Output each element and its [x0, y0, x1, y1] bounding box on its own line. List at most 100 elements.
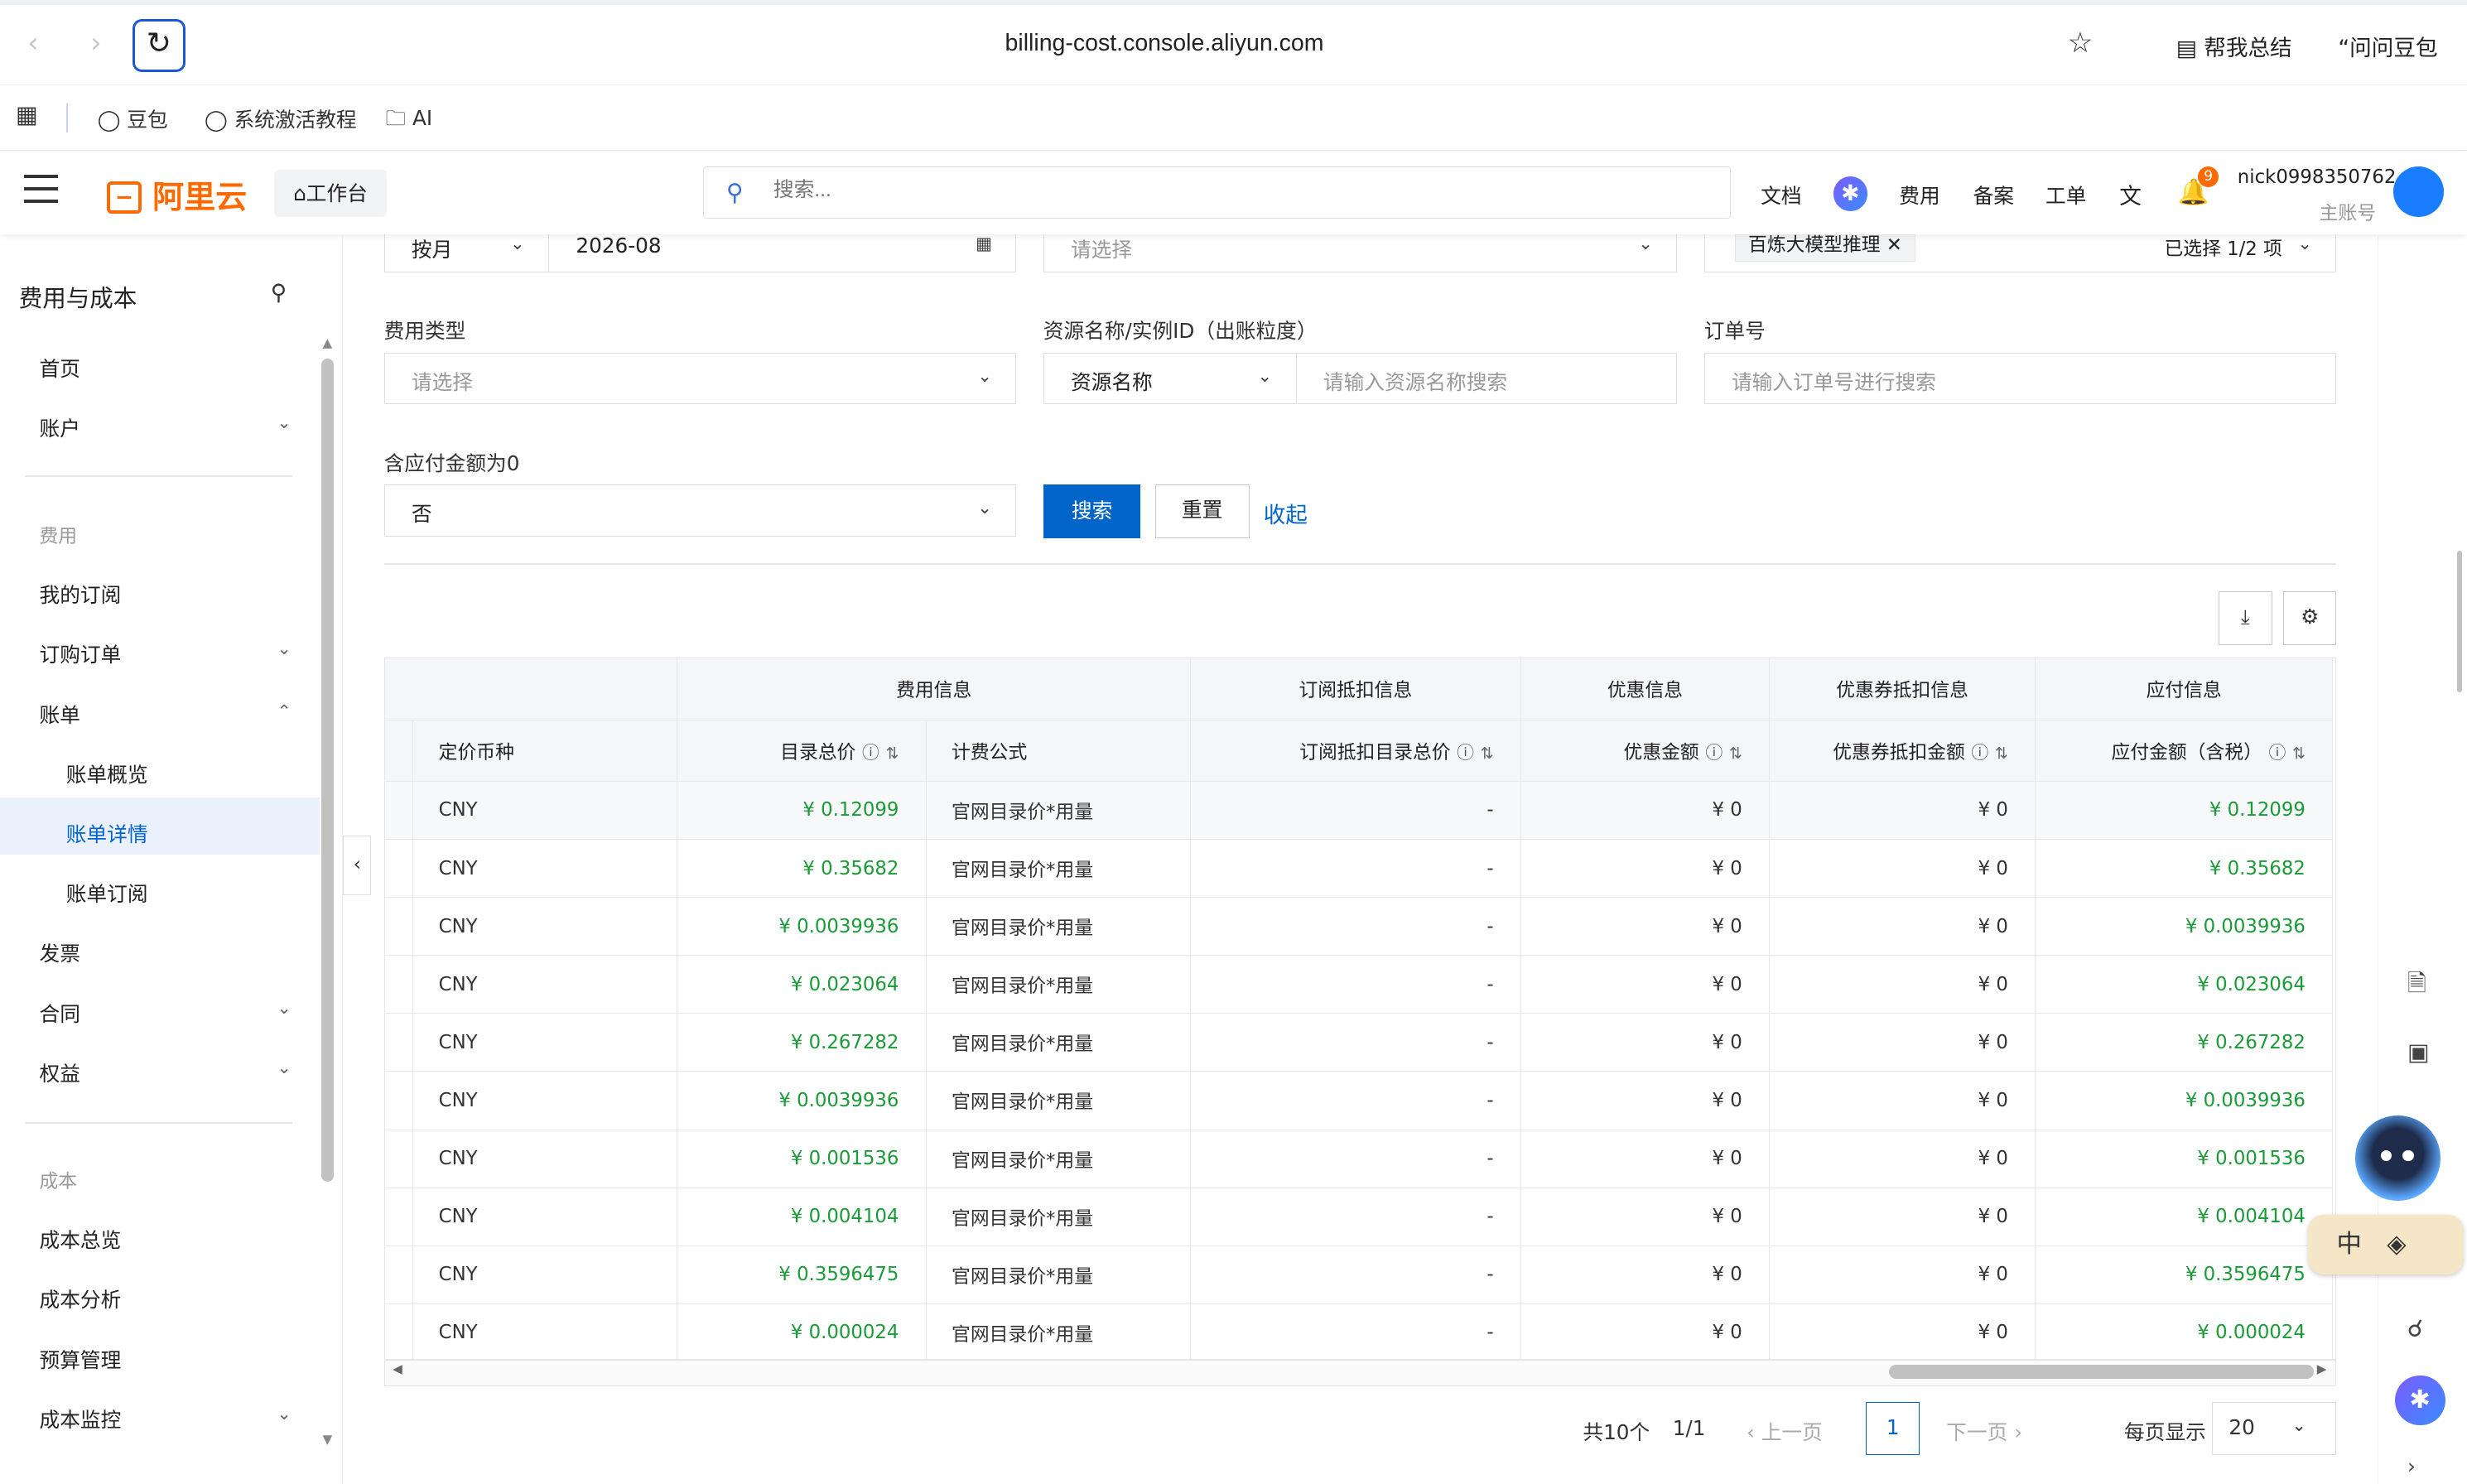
back-icon[interactable]: ‹: [16, 26, 51, 61]
sidebar-item-orders[interactable]: 订购订单: [40, 638, 122, 668]
language-icon[interactable]: 文: [2119, 178, 2142, 210]
icp-filing-link[interactable]: 备案: [1973, 180, 2014, 210]
sort-icon[interactable]: ⇅: [885, 744, 899, 763]
reload-button[interactable]: ↻: [132, 18, 186, 73]
sort-icon[interactable]: ⇅: [1481, 744, 1494, 763]
sidebar-item-invoices[interactable]: 发票: [40, 937, 80, 967]
sidebar-item-bill-subscription[interactable]: 账单订阅: [66, 878, 148, 908]
sidebar-item-account[interactable]: 账户: [40, 412, 80, 442]
scroll-left-icon[interactable]: ◀: [393, 1361, 402, 1376]
chevron-up-icon[interactable]: ⌃: [277, 701, 292, 721]
chevron-down-icon[interactable]: ⌄: [277, 998, 292, 1018]
table-row[interactable]: CNY ¥ 0.023064 官网目录价*用量 - ¥ 0 ¥ 0 ¥ 0.023064: [384, 955, 2334, 1014]
column-header-discount[interactable]: 优惠金额 ⓘ ⇅: [1520, 720, 1771, 782]
help-icon[interactable]: ⓘ: [1971, 743, 1988, 763]
help-icon[interactable]: ⓘ: [862, 743, 879, 763]
search-input[interactable]: [773, 178, 1655, 202]
reset-button[interactable]: 重置: [1154, 484, 1250, 538]
download-icon[interactable]: ⤓: [2219, 591, 2272, 645]
ask-doubao-button[interactable]: “问问豆包: [2338, 30, 2437, 62]
sidebar-item-contracts[interactable]: 合同: [40, 998, 80, 1028]
table-row[interactable]: CNY ¥ 0.000024 官网目录价*用量 - ¥ 0 ¥ 0 ¥ 0.000024: [384, 1303, 2334, 1359]
chevron-right-icon[interactable]: ›: [2407, 1454, 2416, 1478]
help-icon[interactable]: ⓘ: [1705, 743, 1723, 763]
ime-toolbar[interactable]: 中 ◈: [2308, 1214, 2465, 1274]
column-header-list-price[interactable]: 目录总价 ⓘ ⇅: [677, 720, 927, 782]
sidebar-item-budget[interactable]: 预算管理: [40, 1344, 122, 1374]
address-bar[interactable]: billing-cost.console.aliyun.com: [881, 30, 1448, 57]
sort-icon[interactable]: ⇅: [1729, 744, 1742, 763]
order-search-input[interactable]: 请输入订单号进行搜索: [1703, 352, 2337, 405]
apps-grid-icon[interactable]: ▦: [16, 101, 38, 128]
column-header-payable[interactable]: 应付金额（含税） ⓘ ⇅: [2035, 720, 2334, 782]
column-header-subscription-price[interactable]: 订阅抵扣目录总价 ⓘ ⇅: [1190, 720, 1521, 782]
page-size-select[interactable]: 20 ⌄: [2212, 1401, 2337, 1456]
next-page-button[interactable]: 下一页 ›: [1946, 1416, 2022, 1446]
search-button[interactable]: 搜索: [1043, 484, 1141, 538]
workbench-button[interactable]: ⌂工作台: [273, 170, 388, 218]
table-row[interactable]: CNY ¥ 0.35682 官网目录价*用量 - ¥ 0 ¥ 0 ¥ 0.35682: [384, 839, 2334, 899]
page-scrollbar[interactable]: [2456, 551, 2462, 692]
bookmark-star-icon[interactable]: ☆: [2068, 26, 2094, 60]
forward-icon[interactable]: ›: [79, 26, 113, 61]
ticket-link[interactable]: 工单: [2045, 180, 2086, 210]
table-row[interactable]: CNY ¥ 0.0039936 官网目录价*用量 - ¥ 0 ¥ 0 ¥ 0.0039936: [384, 897, 2334, 956]
sidebar-item-bill-details[interactable]: 账单详情: [66, 818, 148, 848]
sidebar-item-cost-monitor[interactable]: 成本监控: [40, 1404, 122, 1433]
ai-assistant-icon[interactable]: ✱: [1833, 176, 1868, 211]
bookmark-activation[interactable]: ◯ 系统激活教程: [205, 104, 357, 133]
sidebar-item-home[interactable]: 首页: [40, 353, 80, 383]
global-search[interactable]: ⚲: [703, 166, 1731, 219]
scroll-down-icon[interactable]: ▼: [323, 1432, 333, 1447]
avatar[interactable]: [2392, 166, 2444, 218]
scroll-up-icon[interactable]: ▲: [323, 335, 333, 350]
docs-link[interactable]: 文档: [1761, 180, 1801, 210]
table-row[interactable]: CNY ¥ 0.12099 官网目录价*用量 - ¥ 0 ¥ 0 ¥ 0.12099: [384, 781, 2334, 840]
api-icon[interactable]: ▣: [2407, 1038, 2430, 1066]
bookmark-doubao[interactable]: ◯ 豆包: [98, 104, 168, 133]
table-row[interactable]: CNY ¥ 0.3596475 官网目录价*用量 - ¥ 0 ¥ 0 ¥ 0.3596475: [384, 1246, 2334, 1304]
ime-skin-icon[interactable]: ◈: [2387, 1215, 2406, 1274]
help-icon[interactable]: ⓘ: [1457, 743, 1474, 763]
sidebar-item-cost-overview[interactable]: 成本总览: [40, 1224, 122, 1254]
ai-sparkle-icon[interactable]: ✱: [2394, 1375, 2445, 1426]
username[interactable]: nick0998350762: [2238, 166, 2397, 188]
assistant-robot-icon[interactable]: [2355, 1115, 2440, 1201]
scrollbar-thumb[interactable]: [1888, 1365, 2314, 1380]
sidebar-item-bill-overview[interactable]: 账单概览: [66, 759, 148, 788]
sidebar-item-benefits[interactable]: 权益: [40, 1058, 80, 1087]
chevron-down-icon[interactable]: ⌄: [277, 1404, 292, 1424]
bookmark-ai-folder[interactable]: 🗀 AI: [386, 104, 433, 138]
table-horizontal-scrollbar[interactable]: ◀ ▶: [383, 1359, 2337, 1386]
column-header-coupon[interactable]: 优惠券抵扣金额 ⓘ ⇅: [1769, 720, 2036, 782]
table-row[interactable]: CNY ¥ 0.004104 官网目录价*用量 - ¥ 0 ¥ 0 ¥ 0.004104: [384, 1188, 2334, 1246]
chevron-down-icon[interactable]: ⌄: [277, 638, 292, 658]
table-row[interactable]: CNY ¥ 0.001536 官网目录价*用量 - ¥ 0 ¥ 0 ¥ 0.001536: [384, 1130, 2334, 1188]
resource-type-select[interactable]: 资源名称 ⌄: [1043, 352, 1297, 405]
document-icon[interactable]: 🗎: [2407, 966, 2426, 1006]
sort-icon[interactable]: ⇅: [1995, 744, 2008, 763]
headset-icon[interactable]: ☌: [2407, 1315, 2423, 1342]
collapse-link[interactable]: 收起: [1264, 497, 1308, 529]
aliyun-logo[interactable]: − 阿里云: [107, 171, 247, 217]
scroll-right-icon[interactable]: ▶: [2317, 1361, 2327, 1376]
sidebar-scrollbar[interactable]: [320, 359, 334, 1182]
menu-icon[interactable]: [23, 174, 59, 204]
settings-icon[interactable]: ⚙: [2282, 591, 2337, 645]
close-icon[interactable]: ✕: [1886, 234, 1902, 256]
sidebar-item-subscriptions[interactable]: 我的订阅: [40, 579, 122, 609]
zero-amount-select[interactable]: 否 ⌄: [383, 484, 1017, 537]
chevron-down-icon[interactable]: ⌄: [277, 1058, 292, 1077]
current-page-button[interactable]: 1: [1866, 1401, 1920, 1456]
fees-link[interactable]: 费用: [1899, 180, 1939, 210]
help-icon[interactable]: ⓘ: [2269, 743, 2286, 763]
sort-icon[interactable]: ⇅: [2292, 744, 2306, 763]
summarize-button[interactable]: ▤ 帮我总结: [2176, 30, 2292, 62]
sidebar-item-cost-analysis[interactable]: 成本分析: [40, 1284, 122, 1313]
sidebar-search-icon[interactable]: ⚲: [271, 280, 287, 306]
chevron-down-icon[interactable]: ⌄: [277, 412, 292, 432]
resource-search-input[interactable]: 请输入资源名称搜索: [1296, 352, 1678, 405]
ime-mode-label[interactable]: 中: [2336, 1215, 2361, 1274]
sidebar-item-bills[interactable]: 账单: [40, 699, 80, 729]
fee-type-select[interactable]: 请选择 ⌄: [383, 352, 1017, 405]
